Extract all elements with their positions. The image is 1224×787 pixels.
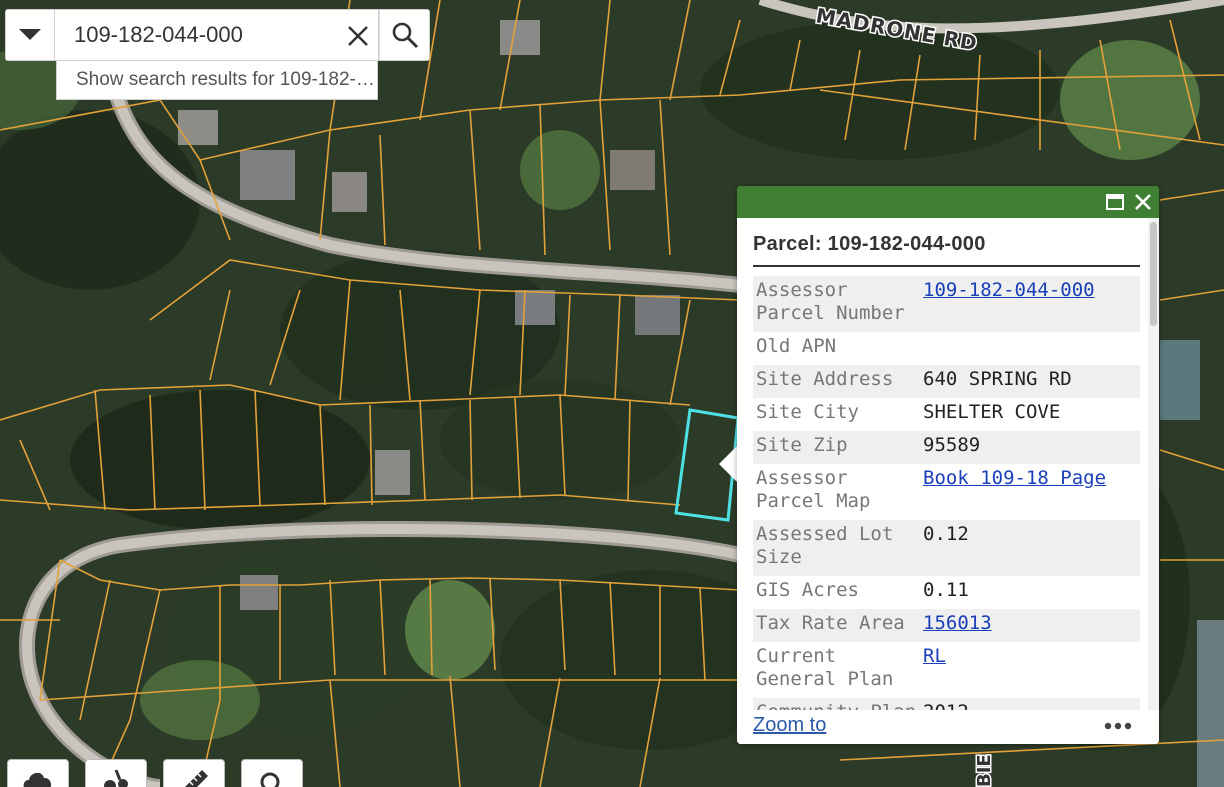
- clear-search-button[interactable]: [344, 22, 372, 50]
- measure-icon: [104, 769, 128, 787]
- table-row: Community Plan 2012: [753, 698, 1140, 710]
- chevron-down-icon: [19, 29, 41, 40]
- ruler-icon: [185, 770, 208, 787]
- table-row: Assessor Parcel Number 109-182-044-000: [753, 276, 1140, 332]
- attribute-value: SHELTER COVE: [920, 398, 1140, 431]
- popup-title: Parcel: 109-182-044-000: [753, 233, 986, 255]
- title-divider: [753, 265, 1140, 267]
- table-row: Site Zip 95589: [753, 431, 1140, 464]
- more-icon: [1104, 722, 1132, 730]
- attribute-key: Tax Rate Area: [753, 609, 920, 642]
- popup-content[interactable]: Parcel: 109-182-044-000 Assessor Parcel …: [737, 218, 1148, 710]
- attribute-key: Community Plan: [753, 698, 920, 710]
- table-row: GIS Acres 0.11: [753, 576, 1140, 609]
- attribute-value: [920, 332, 1140, 365]
- search-input[interactable]: [55, 10, 325, 60]
- tool-button-search[interactable]: [241, 759, 303, 787]
- attribute-value: 95589: [920, 431, 1140, 464]
- attribute-key: Current General Plan: [753, 642, 920, 698]
- attribute-key: Assessor Parcel Number: [753, 276, 920, 332]
- search-box: [55, 9, 379, 61]
- table-row: Site Address 640 SPRING RD: [753, 365, 1140, 398]
- table-row: Assessor Parcel Map Book 109-18 Page: [753, 464, 1140, 520]
- table-row: Old APN: [753, 332, 1140, 365]
- attribute-table: Assessor Parcel Number 109-182-044-000 O…: [753, 276, 1140, 710]
- tool-button-cloud[interactable]: [7, 759, 69, 787]
- maximize-icon: [1106, 194, 1124, 210]
- cloud-icon: [23, 773, 51, 787]
- attribute-value: 0.12: [920, 520, 1140, 576]
- popup-pointer: [719, 446, 737, 482]
- attribute-key: GIS Acres: [753, 576, 920, 609]
- general-plan-link[interactable]: RL: [923, 645, 946, 667]
- search-suggestion[interactable]: Show search results for 109-182-044-000: [56, 61, 378, 100]
- attribute-value: 156013: [920, 609, 1140, 642]
- attribute-value: 0.11: [920, 576, 1140, 609]
- tax-rate-link[interactable]: 156013: [923, 612, 992, 634]
- close-icon: [1135, 194, 1151, 210]
- attribute-value: RL: [920, 642, 1140, 698]
- attribute-key: Assessor Parcel Map: [753, 464, 920, 520]
- attribute-value: Book 109-18 Page: [920, 464, 1140, 520]
- search-icon: [392, 22, 418, 49]
- tool-button-measure[interactable]: [85, 759, 147, 787]
- attribute-key: Old APN: [753, 332, 920, 365]
- maximize-button[interactable]: [1104, 191, 1126, 213]
- popup-footer: Zoom to: [737, 710, 1159, 744]
- attribute-key: Site Zip: [753, 431, 920, 464]
- popup-header: [737, 186, 1159, 218]
- more-actions-button[interactable]: [1103, 718, 1133, 734]
- attribute-value: 2012: [920, 698, 1140, 710]
- popup-scrollbar[interactable]: [1148, 218, 1159, 710]
- road-label-2: BIE: [974, 754, 995, 787]
- close-popup-button[interactable]: [1132, 191, 1154, 213]
- table-row: Current General Plan RL: [753, 642, 1140, 698]
- magnifier-icon: [260, 772, 280, 787]
- tool-button-ruler[interactable]: [163, 759, 225, 787]
- apn-link[interactable]: 109-182-044-000: [923, 279, 1095, 301]
- scroll-thumb[interactable]: [1150, 222, 1157, 326]
- feature-popup: Parcel: 109-182-044-000 Assessor Parcel …: [737, 186, 1159, 744]
- table-row: Site City SHELTER COVE: [753, 398, 1140, 431]
- attribute-value: 640 SPRING RD: [920, 365, 1140, 398]
- search-widget: [5, 9, 430, 61]
- search-source-dropdown[interactable]: [5, 9, 55, 61]
- attribute-key: Site City: [753, 398, 920, 431]
- close-icon: [348, 26, 368, 46]
- attribute-value: 109-182-044-000: [920, 276, 1140, 332]
- attribute-key: Site Address: [753, 365, 920, 398]
- search-button[interactable]: [379, 9, 430, 61]
- parcel-map-link[interactable]: Book 109-18 Page: [923, 467, 1106, 489]
- table-row: Tax Rate Area 156013: [753, 609, 1140, 642]
- zoom-to-link[interactable]: Zoom to: [753, 714, 826, 737]
- attribute-key: Assessed Lot Size: [753, 520, 920, 576]
- table-row: Assessed Lot Size 0.12: [753, 520, 1140, 576]
